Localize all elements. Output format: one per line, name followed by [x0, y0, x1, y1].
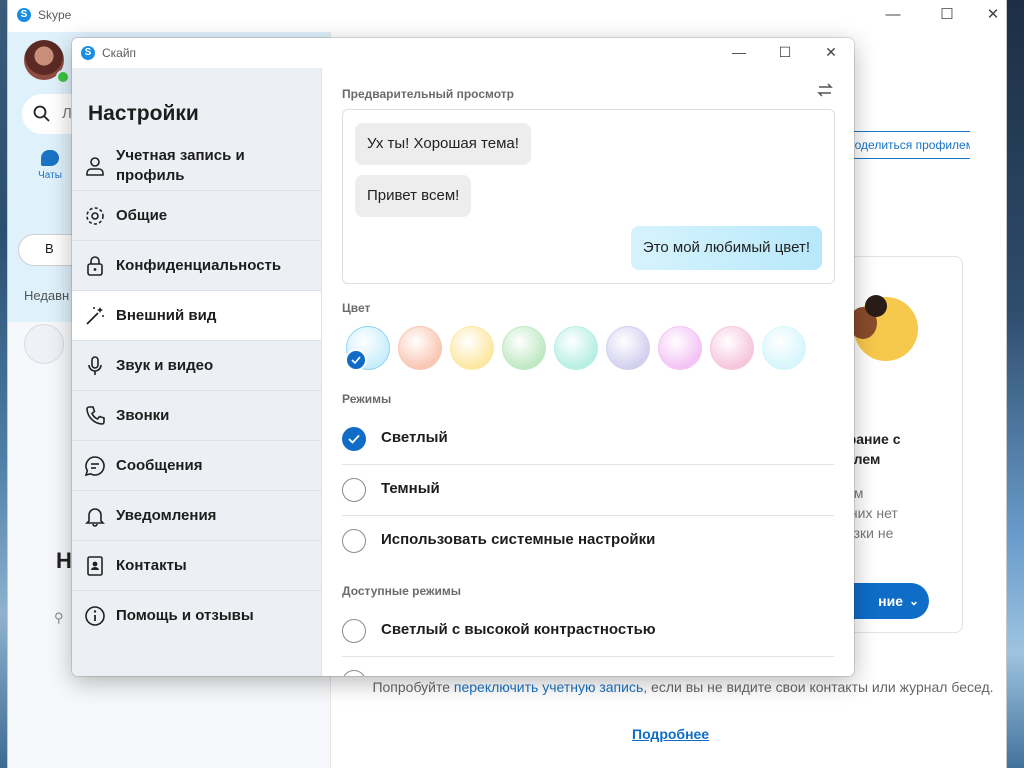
nav-label-audio-video: Звук и видео: [116, 357, 214, 374]
microphone-icon: [88, 356, 102, 375]
radio-unchecked-icon[interactable]: [342, 670, 366, 676]
nav-label-contacts: Контакты: [116, 557, 187, 574]
search-placeholder: Л: [62, 105, 72, 122]
color-swatch-pink[interactable]: [710, 326, 754, 370]
message-icon: [84, 456, 105, 477]
search-icon: [33, 105, 50, 122]
tab-chats-label: Чаты: [38, 170, 62, 181]
switch-account-link[interactable]: переключить учетную запись: [454, 679, 643, 695]
color-swatch-peach[interactable]: [398, 326, 442, 370]
nav-item-account[interactable]: Учетная запись и профиль: [72, 141, 321, 191]
skype-logo-icon: S: [81, 46, 95, 60]
nav-item-privacy[interactable]: Конфиденциальность: [72, 241, 321, 291]
nav-label-appearance: Внешний вид: [116, 307, 217, 324]
preview-incoming-message-1: Ух ты! Хорошая тема!: [355, 123, 531, 165]
mode-label-light: Светлый: [381, 429, 448, 446]
color-section-label: Цвет: [342, 301, 371, 315]
desktop-background-left: [0, 0, 8, 768]
small-search-icon: ⚲: [54, 610, 64, 625]
nav-item-general[interactable]: Общие: [72, 191, 321, 241]
nav-item-appearance[interactable]: Внешний вид: [72, 291, 321, 341]
radio-unchecked-icon[interactable]: [342, 619, 366, 643]
modes-section-label: Режимы: [342, 392, 392, 406]
main-window-title: Skype: [38, 8, 72, 22]
desktop-background-right: [1006, 0, 1024, 768]
minimize-button[interactable]: —: [870, 0, 916, 32]
radio-checked-icon[interactable]: [342, 427, 366, 451]
nav-label-privacy: Конфиденциальность: [116, 257, 282, 274]
nav-item-contacts[interactable]: Контакты: [72, 541, 321, 591]
mode-option-dark[interactable]: Темный: [342, 465, 834, 516]
chevron-down-icon: ⌄: [908, 594, 919, 608]
settings-maximize-button[interactable]: ☐: [762, 38, 808, 68]
swap-arrows-icon[interactable]: [816, 81, 834, 99]
bell-icon: [85, 508, 105, 527]
settings-heading: Настройки: [88, 102, 199, 125]
learn-more-link[interactable]: Подробнее: [632, 726, 709, 742]
recent-chats-label: Недавн: [24, 288, 70, 303]
nav-item-notifications[interactable]: Уведомления: [72, 491, 321, 541]
online-status-icon: [56, 70, 70, 84]
nav-item-messaging[interactable]: Сообщения: [72, 441, 321, 491]
color-swatch-yellow[interactable]: [450, 326, 494, 370]
meet-now-label: В: [45, 241, 54, 256]
mode-option-system[interactable]: Использовать системные настройки: [342, 516, 834, 567]
nav-label-account: Учетная запись и профиль: [116, 147, 245, 184]
share-profile-link[interactable]: Поделиться профилем: [846, 131, 970, 159]
appearance-settings-panel: Предварительный просмотр Ух ты! Хорошая …: [322, 68, 854, 676]
mode-option-high-contrast-light[interactable]: Светлый с высокой контрастностью: [342, 606, 834, 657]
settings-titlebar: S Скайп — ☐ ✕: [72, 38, 854, 68]
color-swatch-mint[interactable]: [554, 326, 598, 370]
nav-item-audio-video[interactable]: Звук и видео: [72, 341, 321, 391]
color-swatch-lavender[interactable]: [606, 326, 650, 370]
close-button[interactable]: ✕: [970, 0, 1006, 32]
chat-avatar-bot[interactable]: [24, 324, 64, 364]
person-hair-illustration: [865, 295, 887, 317]
selected-color-check-icon: [345, 349, 367, 371]
settings-close-button[interactable]: ✕: [808, 38, 854, 68]
mode-option-light[interactable]: Светлый: [342, 414, 834, 465]
phone-icon: [86, 406, 105, 425]
skype-logo-icon: S: [17, 8, 31, 22]
theme-preview: Ух ты! Хорошая тема! Привет всем! Это мо…: [342, 109, 835, 284]
nav-label-calls: Звонки: [116, 407, 170, 424]
available-modes-section-label: Доступные режимы: [342, 584, 461, 598]
color-swatch-pale-cyan[interactable]: [762, 326, 806, 370]
nav-label-help: Помощь и отзывы: [116, 607, 254, 624]
main-titlebar: S Skype — ☐ ✕: [8, 0, 1006, 32]
nav-item-calls[interactable]: Звонки: [72, 391, 321, 441]
preview-outgoing-message: Это мой любимый цвет!: [630, 226, 822, 270]
mode-label-high-contrast-light: Светлый с высокой контрастностью: [381, 621, 656, 638]
contacts-icon: [87, 556, 103, 576]
nav-label-general: Общие: [116, 207, 168, 224]
mode-label-dark: Темный: [381, 480, 440, 497]
maximize-button[interactable]: ☐: [924, 0, 970, 32]
gear-icon: [86, 207, 104, 225]
settings-window-title: Скайп: [102, 46, 137, 60]
lock-icon: [87, 256, 103, 276]
chat-bubble-icon: [41, 150, 59, 166]
color-swatch-violet[interactable]: [658, 326, 702, 370]
settings-dialog: S Скайп — ☐ ✕ Настройки Учетная запись и…: [72, 38, 854, 676]
nav-item-help[interactable]: Помощь и отзывы: [72, 591, 321, 641]
magic-wand-icon: [86, 307, 104, 325]
mode-label-system: Использовать системные настройки: [381, 531, 656, 548]
person-icon: [86, 157, 104, 176]
switch-account-hint: Попробуйте переключить учетную запись, е…: [372, 679, 994, 695]
radio-unchecked-icon[interactable]: [342, 529, 366, 553]
nav-label-notifications: Уведомления: [116, 507, 217, 524]
nav-label-messaging: Сообщения: [116, 457, 203, 474]
mode-option-partial[interactable]: [342, 657, 834, 676]
color-swatch-green[interactable]: [502, 326, 546, 370]
tab-chats[interactable]: Чаты: [22, 150, 78, 181]
empty-state-heading: Н: [56, 548, 72, 573]
settings-nav: Настройки Учетная запись и профиль Общие…: [72, 68, 322, 676]
settings-minimize-button[interactable]: —: [716, 38, 762, 68]
radio-unchecked-icon[interactable]: [342, 478, 366, 502]
info-icon: [85, 606, 105, 626]
preview-section-label: Предварительный просмотр: [342, 87, 514, 101]
preview-incoming-message-2: Привет всем!: [355, 175, 472, 217]
